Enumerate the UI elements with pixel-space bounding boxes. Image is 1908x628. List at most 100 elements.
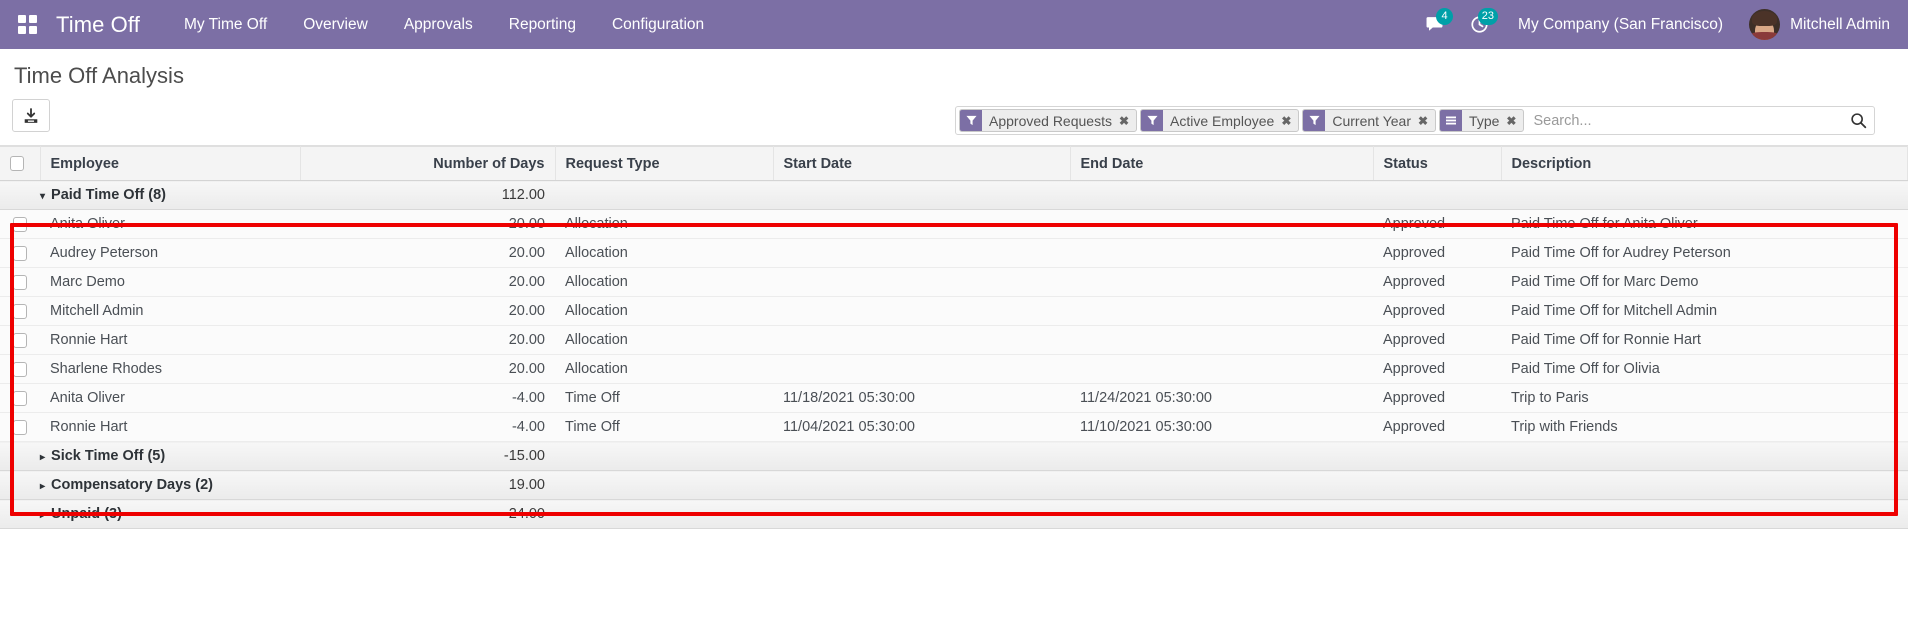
column-header-start-date[interactable]: Start Date [773, 146, 1071, 181]
checkbox-icon[interactable] [13, 303, 27, 319]
close-x-icon[interactable]: ✖ [1417, 110, 1435, 131]
cell-end_date [1070, 267, 1373, 297]
cell-description: Paid Time Off for Anita Oliver [1501, 209, 1908, 239]
close-x-icon[interactable]: ✖ [1118, 110, 1136, 131]
group-caret-cell [0, 470, 40, 500]
search-input[interactable] [1524, 107, 1842, 134]
group-caret-cell [0, 499, 40, 529]
group-empty-cell [1070, 470, 1373, 500]
column-header-request-type[interactable]: Request Type [555, 146, 774, 181]
row-select-cell[interactable] [0, 325, 40, 355]
column-header-description[interactable]: Description [1501, 146, 1908, 181]
row-select-cell[interactable] [0, 383, 40, 413]
facet-type[interactable]: Type ✖ [1439, 109, 1525, 132]
table-row[interactable]: Audrey Peterson 20.00 Allocation Approved Pa… [0, 238, 1908, 268]
filter-funnel-icon [1141, 110, 1164, 131]
menu-item-my-time-off[interactable]: My Time Off [166, 0, 285, 49]
row-select-cell[interactable] [0, 238, 40, 268]
user-menu[interactable]: Mitchell Admin [1739, 9, 1894, 40]
checkbox-icon[interactable] [13, 361, 27, 377]
control-panel: Time Off Analysis Approved Requests ✖ Ac… [0, 49, 1908, 188]
group-caret-cell [0, 180, 40, 210]
cell-status: Approved [1373, 354, 1501, 384]
search-submit-button[interactable] [1842, 107, 1874, 134]
group-empty-cell [555, 180, 773, 210]
checkbox-icon[interactable] [13, 216, 27, 232]
close-x-icon[interactable]: ✖ [1505, 110, 1523, 131]
checkbox-icon[interactable] [13, 390, 27, 406]
table-row[interactable]: Ronnie Hart 20.00 Allocation Approved Paid T… [0, 325, 1908, 355]
messages-badge: 4 [1436, 8, 1454, 25]
column-header-employee[interactable]: Employee [40, 146, 301, 181]
cell-days: 20.00 [300, 238, 555, 268]
checkbox-icon[interactable] [13, 274, 27, 290]
cell-request_type: Time Off [555, 383, 773, 413]
checkbox-icon[interactable] [10, 156, 24, 172]
menu-item-approvals[interactable]: Approvals [386, 0, 491, 49]
app-brand-title[interactable]: Time Off [56, 12, 140, 38]
group-empty-cell [1501, 180, 1908, 210]
facet-active-employee[interactable]: Active Employee ✖ [1140, 109, 1300, 132]
cell-description: Paid Time Off for Marc Demo [1501, 267, 1908, 297]
checkbox-icon[interactable] [13, 419, 27, 435]
checkbox-icon[interactable] [13, 245, 27, 261]
group-total: -15.00 [300, 441, 555, 471]
cell-employee: Sharlene Rhodes [40, 354, 300, 384]
company-switcher[interactable]: My Company (San Francisco) [1502, 16, 1739, 34]
download-to-disk-icon [24, 107, 38, 123]
cell-days: 20.00 [300, 209, 555, 239]
cell-end_date: 11/24/2021 05:30:00 [1070, 383, 1373, 413]
menu-item-overview[interactable]: Overview [285, 0, 386, 49]
row-select-cell[interactable] [0, 267, 40, 297]
cell-employee: Anita Oliver [40, 383, 300, 413]
row-select-cell[interactable] [0, 412, 40, 442]
column-header-end-date[interactable]: End Date [1070, 146, 1374, 181]
caret-right-icon: ▸ [40, 510, 46, 521]
cell-request_type: Time Off [555, 412, 773, 442]
download-button[interactable] [12, 99, 50, 132]
group-row[interactable]: ▸ Compensatory Days (2) 19.00 [0, 470, 1908, 500]
cell-employee: Mitchell Admin [40, 296, 300, 326]
magnifier-icon [1850, 113, 1866, 129]
group-row[interactable]: ▸ Sick Time Off (5) -15.00 [0, 441, 1908, 471]
table-row[interactable]: Marc Demo 20.00 Allocation Approved Paid Tim… [0, 267, 1908, 297]
activities-button[interactable]: 23 [1457, 0, 1502, 49]
group-empty-cell [1373, 180, 1501, 210]
row-select-cell[interactable] [0, 354, 40, 384]
group-row[interactable]: ▸ Unpaid (3) 24.00 [0, 499, 1908, 529]
cell-employee: Ronnie Hart [40, 412, 300, 442]
menu-item-reporting[interactable]: Reporting [491, 0, 594, 49]
messages-button[interactable]: 4 [1412, 0, 1457, 49]
cell-request_type: Allocation [555, 296, 773, 326]
row-select-cell[interactable] [0, 296, 40, 326]
column-header-number-of-days[interactable]: Number of Days [300, 146, 556, 181]
group-empty-cell [773, 180, 1070, 210]
group-empty-cell [555, 441, 773, 471]
table-row[interactable]: Anita Oliver 20.00 Allocation Approved Paid … [0, 209, 1908, 239]
cell-description: Trip with Friends [1501, 412, 1908, 442]
close-x-icon[interactable]: ✖ [1280, 110, 1298, 131]
group-label-text: Compensatory Days (2) [51, 477, 213, 493]
menu-item-configuration[interactable]: Configuration [594, 0, 722, 49]
checkbox-icon[interactable] [13, 332, 27, 348]
facet-current-year[interactable]: Current Year ✖ [1302, 109, 1437, 132]
row-select-cell[interactable] [0, 209, 40, 239]
list-view-container: Employee Number of Days Request Type Sta… [0, 146, 1908, 529]
group-empty-cell [773, 470, 1070, 500]
cell-description: Trip to Paris [1501, 383, 1908, 413]
facet-approved-requests[interactable]: Approved Requests ✖ [959, 109, 1138, 132]
table-row[interactable]: Ronnie Hart -4.00 Time Off 11/04/2021 05:30… [0, 412, 1908, 442]
select-all-header[interactable] [0, 146, 41, 181]
column-header-status[interactable]: Status [1373, 146, 1502, 181]
search-bar[interactable]: Approved Requests ✖ Active Employee ✖ Cu… [955, 106, 1875, 135]
cell-description: Paid Time Off for Ronnie Hart [1501, 325, 1908, 355]
table-row[interactable]: Sharlene Rhodes 20.00 Allocation Approved Pa… [0, 354, 1908, 384]
cell-end_date [1070, 354, 1373, 384]
group-row[interactable]: ▾ Paid Time Off (8) 112.00 [0, 180, 1908, 210]
cell-end_date [1070, 296, 1373, 326]
apps-grid-icon [17, 15, 37, 34]
group-empty-cell [1373, 499, 1501, 529]
table-row[interactable]: Anita Oliver -4.00 Time Off 11/18/2021 05:3… [0, 383, 1908, 413]
table-row[interactable]: Mitchell Admin 20.00 Allocation Approved Pai… [0, 296, 1908, 326]
apps-menu-button[interactable] [10, 8, 44, 42]
